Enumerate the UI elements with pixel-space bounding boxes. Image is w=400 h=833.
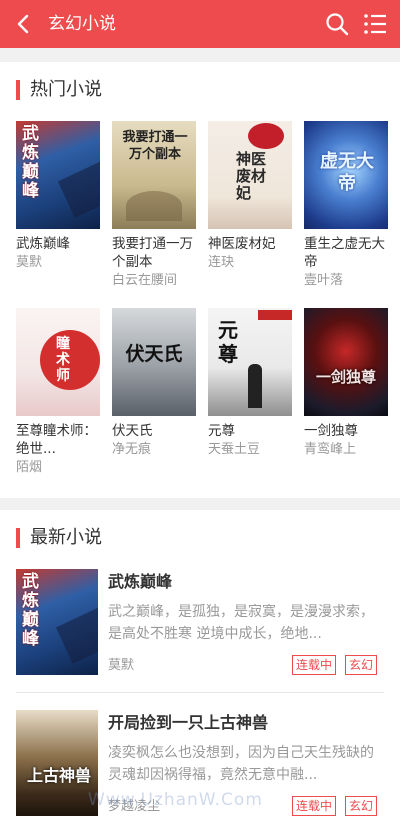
divider bbox=[16, 692, 384, 693]
book-name[interactable]: 伏天氏 bbox=[112, 422, 196, 440]
section-title: 最新小说 bbox=[30, 527, 102, 548]
section-accent-bar bbox=[16, 80, 20, 100]
book-author: 莫默 bbox=[108, 658, 135, 673]
book-author: 天蚕土豆 bbox=[208, 442, 261, 457]
book-cover[interactable]: 神医废材妃 bbox=[208, 121, 292, 229]
book-cover[interactable]: 武炼巅峰 bbox=[16, 121, 100, 229]
genre-badge: 玄幻 bbox=[345, 655, 378, 675]
latest-novels-section: 最新小说 武炼巅峰 武炼巅峰 武之巅峰，是孤独，是寂寞，是漫漫求索，是高处不胜寒… bbox=[0, 510, 400, 833]
book-author: 陌烟 bbox=[16, 460, 43, 475]
genre-badge: 玄幻 bbox=[345, 796, 378, 816]
watermark: Www.UzhanW.Com bbox=[88, 790, 263, 810]
book-cover[interactable]: 武炼巅峰 bbox=[16, 569, 98, 675]
book-name[interactable]: 元尊 bbox=[208, 422, 292, 440]
status-badge: 连载中 bbox=[292, 655, 337, 675]
status-badge: 连载中 bbox=[292, 796, 337, 816]
book-description: 武之巅峰，是孤独，是寂寞，是漫漫求索，是高处不胜寒 逆境中成长，绝地... bbox=[108, 604, 374, 642]
book-name[interactable]: 一剑独尊 bbox=[304, 422, 388, 440]
book-author: 壹叶落 bbox=[304, 273, 344, 288]
book-cover[interactable]: 元尊 bbox=[208, 308, 292, 416]
book-description: 凌奕枫怎么也没想到，因为自己天生残缺的灵魂却因祸得福，竟然无意中融... bbox=[108, 745, 374, 783]
book-cover[interactable]: 伏天氏 bbox=[112, 308, 196, 416]
book-name[interactable]: 武炼巅峰 bbox=[16, 235, 100, 253]
back-arrow-icon[interactable] bbox=[10, 10, 38, 38]
list-item[interactable]: 武炼巅峰 武炼巅峰 武之巅峰，是孤独，是寂寞，是漫漫求索，是高处不胜寒 逆境中成… bbox=[0, 569, 400, 689]
book-author: 净无痕 bbox=[112, 442, 152, 457]
list-item[interactable]: 上古神兽 开局捡到一只上古神兽 凌奕枫怎么也没想到，因为自己天生残缺的灵魂却因祸… bbox=[0, 710, 400, 830]
search-icon[interactable] bbox=[324, 11, 350, 37]
book-author: 连玦 bbox=[208, 255, 235, 270]
section-accent-bar bbox=[16, 528, 20, 548]
menu-list-icon[interactable] bbox=[362, 11, 388, 37]
book-name[interactable]: 神医废材妃 bbox=[208, 235, 292, 253]
page-title: 玄幻小说 bbox=[48, 14, 116, 34]
book-author: 青鸾峰上 bbox=[304, 442, 357, 457]
section-title: 热门小说 bbox=[30, 79, 102, 100]
book-cover[interactable]: 我要打通一万个副本 bbox=[112, 121, 196, 229]
book-name[interactable]: 至尊瞳术师：绝世... bbox=[16, 422, 100, 458]
book-name[interactable]: 我要打通一万个副本 bbox=[112, 235, 196, 271]
book-title[interactable]: 开局捡到一只上古神兽 bbox=[108, 712, 268, 734]
top-bar: 玄幻小说 bbox=[0, 0, 400, 48]
book-title[interactable]: 武炼巅峰 bbox=[108, 571, 172, 593]
book-cover[interactable]: 上古神兽 bbox=[16, 710, 98, 816]
book-author: 莫默 bbox=[16, 255, 43, 270]
hot-novels-section: 热门小说 武炼巅峰 武炼巅峰 莫默 我要打通一万个副本 我要打通一万个副本 白云… bbox=[0, 62, 400, 498]
book-cover[interactable]: 一剑独尊 bbox=[304, 308, 388, 416]
book-cover[interactable]: 虚无大帝 bbox=[304, 121, 388, 229]
book-cover[interactable]: 瞳术师 bbox=[16, 308, 100, 416]
book-name[interactable]: 重生之虚无大帝 bbox=[304, 235, 388, 271]
book-author: 白云在腰间 bbox=[112, 273, 178, 288]
